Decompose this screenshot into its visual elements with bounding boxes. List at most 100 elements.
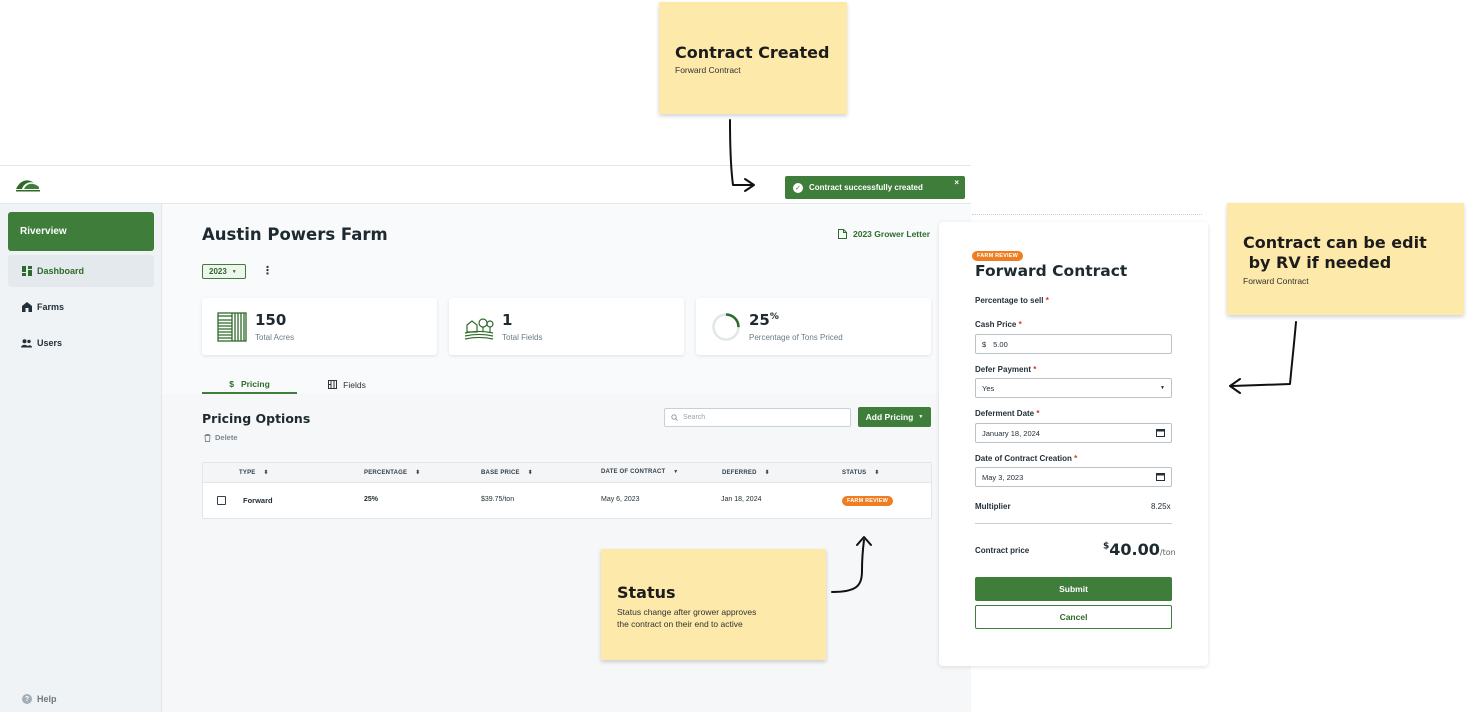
- multiplier-value: 8.25x: [1151, 502, 1171, 511]
- delete-button[interactable]: Delete: [204, 433, 238, 442]
- sidebar-item-label: Farms: [37, 302, 65, 312]
- stat-value: 150: [255, 311, 287, 329]
- page-title: Austin Powers Farm: [202, 225, 388, 244]
- currency-prefix: $: [982, 339, 987, 349]
- stat-label: Total Acres: [255, 333, 295, 342]
- note-title-line1: Contract can be edit: [1243, 233, 1427, 252]
- stat-value: 25%: [749, 311, 779, 329]
- sidebar-item-farms[interactable]: Farms: [8, 291, 154, 323]
- check-circle-icon: ✓: [793, 182, 803, 193]
- calendar-icon[interactable]: [1156, 472, 1165, 483]
- arrow-edit-to-panel: [1231, 321, 1297, 387]
- cancel-button[interactable]: Cancel: [975, 605, 1172, 629]
- document-icon: [838, 229, 847, 239]
- chevron-down-icon: ▼: [231, 268, 237, 275]
- stat-label: Percentage of Tons Priced: [749, 333, 843, 342]
- trash-icon: [204, 433, 211, 442]
- grower-letter-link[interactable]: 2023 Grower Letter: [838, 229, 930, 239]
- column-header-base-price[interactable]: BASE PRICE ⬍: [481, 469, 533, 476]
- more-options-icon[interactable]: ⋮: [262, 265, 273, 277]
- close-icon[interactable]: ×: [954, 178, 959, 187]
- cash-price-value: 5.00: [993, 339, 1008, 349]
- cell-status: FARM REVIEW: [842, 495, 894, 506]
- help-link[interactable]: ? Help: [22, 694, 57, 704]
- tab-fields[interactable]: Fields: [312, 375, 382, 394]
- sidebar-item-label: Dashboard: [37, 266, 85, 276]
- chevron-down-icon: ▼: [918, 414, 924, 420]
- field-grid-icon: [217, 312, 247, 342]
- percentage-label: Percentage to sell *: [975, 296, 1049, 305]
- forward-contract-panel: FARM REVIEW Forward Contract Percentage …: [939, 222, 1208, 666]
- note-subtitle: Forward Contract: [1243, 276, 1309, 286]
- column-header-status[interactable]: STATUS ⬍: [842, 469, 879, 476]
- row-checkbox[interactable]: [217, 496, 226, 505]
- cash-price-label: Cash Price *: [975, 320, 1022, 329]
- add-pricing-label: Add Pricing: [865, 412, 914, 422]
- sidebar: Riverview Dashboard Farms Users ? Help: [0, 204, 162, 712]
- chevron-down-icon: ▼: [1160, 385, 1165, 391]
- section-title: Pricing Options: [202, 411, 311, 426]
- success-toast: ✓ Contract successfully created ×: [785, 176, 965, 199]
- main-content: Austin Powers Farm 2023 Grower Letter 20…: [162, 204, 971, 712]
- pricing-table: TYPE ⬍ PERCENTAGE ⬍ BASE PRICE ⬍ DATE OF…: [202, 462, 932, 519]
- search-icon: [671, 414, 678, 421]
- note-body: Status change after grower approves the …: [617, 607, 757, 629]
- sidebar-brand[interactable]: Riverview: [8, 212, 154, 251]
- users-icon: [21, 338, 32, 349]
- sidebar-item-dashboard[interactable]: Dashboard: [8, 255, 154, 287]
- panel-title: Forward Contract: [975, 262, 1128, 280]
- multiplier-label: Multiplier: [975, 502, 1011, 511]
- search-input[interactable]: Search: [664, 408, 851, 427]
- fields-icon: [328, 380, 338, 389]
- contract-creation-input[interactable]: May 3, 2023: [975, 467, 1172, 487]
- defer-payment-select[interactable]: Yes ▼: [975, 378, 1172, 398]
- sticky-note-status: Status Status change after grower approv…: [601, 549, 826, 660]
- column-header-deferred[interactable]: DEFERRED ⬍: [722, 469, 770, 476]
- cell-date: May 6, 2023: [601, 496, 640, 503]
- table-header: TYPE ⬍ PERCENTAGE ⬍ BASE PRICE ⬍ DATE OF…: [203, 463, 931, 483]
- farm-landscape-icon: [464, 318, 494, 340]
- help-icon: ?: [22, 694, 32, 704]
- dollar-icon: $: [229, 378, 234, 389]
- arrow-head: [1229, 378, 1241, 394]
- column-header-percentage[interactable]: PERCENTAGE ⬍: [364, 469, 420, 476]
- sidebar-item-users[interactable]: Users: [8, 327, 154, 359]
- calendar-icon[interactable]: [1156, 428, 1165, 439]
- defer-payment-label: Defer Payment *: [975, 365, 1037, 374]
- search-placeholder: Search: [683, 414, 706, 421]
- stat-card-tons-priced: 25% Percentage of Tons Priced: [696, 298, 931, 355]
- column-header-type[interactable]: TYPE ⬍: [239, 469, 269, 476]
- grower-letter-label: 2023 Grower Letter: [853, 229, 931, 239]
- add-pricing-button[interactable]: Add Pricing ▼: [858, 407, 931, 427]
- top-bar: ✓ Contract successfully created ×: [0, 166, 971, 204]
- contract-price-label: Contract price: [975, 546, 1030, 555]
- cell-deferred: Jan 18, 2024: [721, 496, 762, 503]
- panel-shadow-edge: [972, 214, 1202, 218]
- tab-pricing[interactable]: $ Pricing: [202, 375, 297, 394]
- cell-percentage: 25%: [364, 496, 379, 503]
- sticky-note-contract-created: Contract Created Forward Contract: [659, 2, 847, 114]
- submit-button[interactable]: Submit: [975, 577, 1172, 601]
- help-label: Help: [37, 694, 57, 704]
- cell-base-price: $39.75/ton: [481, 496, 515, 503]
- riverview-logo: [16, 180, 40, 192]
- contract-creation-value: May 3, 2023: [982, 472, 1024, 482]
- tab-label: Pricing: [240, 378, 270, 389]
- cell-type: Forward: [243, 496, 273, 505]
- status-badge: FARM REVIEW: [842, 496, 894, 506]
- note-subtitle: Forward Contract: [675, 65, 741, 75]
- note-title: Contract Created: [675, 43, 830, 62]
- contract-price-value: $40.00/ton: [1103, 540, 1176, 559]
- stat-card-acres: 150 Total Acres: [202, 298, 437, 355]
- contract-creation-label: Date of Contract Creation *: [975, 454, 1078, 463]
- deferment-date-value: January 18, 2024: [982, 428, 1040, 438]
- year-select[interactable]: 2023 ▼: [202, 264, 246, 279]
- year-value: 2023: [209, 267, 227, 276]
- sticky-note-edit: Contract can be edit by RV if needed For…: [1227, 203, 1464, 315]
- deferment-date-label: Deferment Date *: [975, 409, 1040, 418]
- cash-price-input[interactable]: $ 5.00: [975, 334, 1172, 354]
- delete-label: Delete: [215, 433, 238, 442]
- deferment-date-input[interactable]: January 18, 2024: [975, 423, 1172, 443]
- defer-payment-value: Yes: [982, 383, 995, 393]
- column-header-date-of-contract[interactable]: DATE OF CONTRACT ▼: [601, 469, 678, 475]
